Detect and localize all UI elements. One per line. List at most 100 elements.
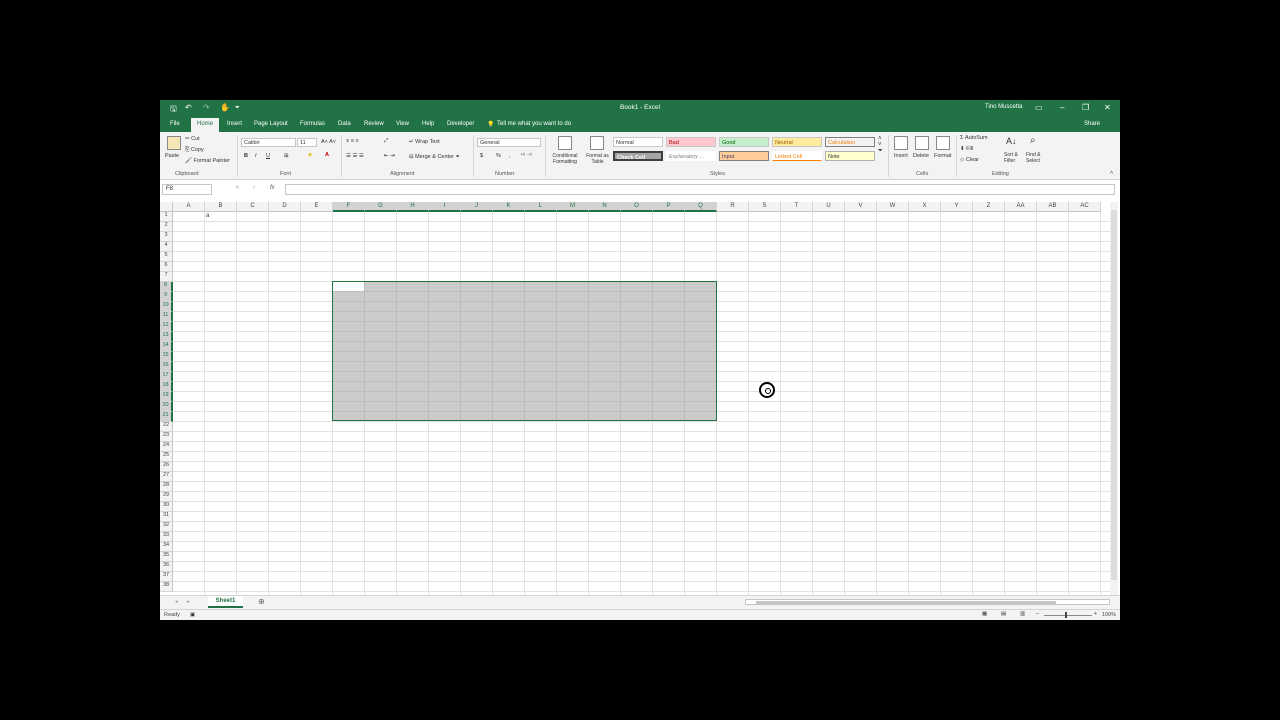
style-input[interactable]: Input [719, 151, 769, 161]
styles-scroll-icon[interactable]: ˄ ˅ ⏷ [878, 136, 883, 155]
tab-page-layout[interactable]: Page Layout [254, 121, 288, 127]
column-header-AA[interactable]: AA [1005, 202, 1037, 212]
row-header-32[interactable]: 32 [160, 522, 173, 532]
tab-developer[interactable]: Developer [447, 121, 474, 127]
autosum-button[interactable]: Σ AutoSum [960, 135, 988, 141]
conditional-formatting-button[interactable]: Conditional Formatting [548, 153, 582, 165]
tab-data[interactable]: Data [338, 121, 351, 127]
column-header-Y[interactable]: Y [941, 202, 973, 212]
column-header-O[interactable]: O [621, 202, 653, 212]
style-check-cell[interactable]: Check Cell [613, 151, 663, 161]
page-break-view-icon[interactable]: ▥ [1020, 611, 1025, 617]
cell-b1[interactable]: a [206, 213, 209, 219]
row-header-11[interactable]: 11 [160, 312, 173, 322]
tab-view[interactable]: View [396, 121, 409, 127]
zoom-out-icon[interactable]: – [1036, 611, 1039, 617]
wrap-text-button[interactable]: ↵ Wrap Text [409, 139, 440, 145]
percent-button[interactable]: % [496, 153, 501, 159]
row-header-3[interactable]: 3 [160, 232, 173, 242]
style-explanatory[interactable]: Explanatory ... [666, 151, 716, 161]
horizontal-scroll-thumb[interactable] [756, 601, 1056, 604]
row-header-8[interactable]: 8 [160, 282, 173, 292]
row-header-34[interactable]: 34 [160, 542, 173, 552]
borders-icon[interactable]: ⊞ [284, 153, 289, 159]
minimize-button[interactable]: – [1060, 103, 1064, 112]
find-icon[interactable]: ⌕ [1030, 135, 1036, 146]
row-header-6[interactable]: 6 [160, 262, 173, 272]
insert-function-button[interactable]: fx [270, 185, 275, 191]
row-header-12[interactable]: 12 [160, 322, 173, 332]
delete-cells-button[interactable]: Delete [913, 153, 929, 159]
zoom-slider-thumb[interactable] [1065, 612, 1067, 618]
column-header-N[interactable]: N [589, 202, 621, 212]
vertical-scrollbar[interactable] [1110, 202, 1118, 595]
column-header-R[interactable]: R [717, 202, 749, 212]
row-header-10[interactable]: 10 [160, 302, 173, 312]
italic-button[interactable]: I [255, 153, 257, 159]
column-header-G[interactable]: G [365, 202, 397, 212]
horizontal-scrollbar[interactable] [745, 599, 1110, 605]
column-header-X[interactable]: X [909, 202, 941, 212]
row-header-27[interactable]: 27 [160, 472, 173, 482]
underline-button[interactable]: U [266, 153, 270, 159]
insert-cells-button[interactable]: Insert [894, 153, 908, 159]
vertical-scroll-thumb[interactable] [1111, 210, 1117, 580]
row-header-15[interactable]: 15 [160, 352, 173, 362]
row-header-22[interactable]: 22 [160, 422, 173, 432]
row-header-16[interactable]: 16 [160, 362, 173, 372]
column-header-I[interactable]: I [429, 202, 461, 212]
font-size-select[interactable]: 11 [297, 138, 317, 147]
row-header-31[interactable]: 31 [160, 512, 173, 522]
row-header-35[interactable]: 35 [160, 552, 173, 562]
normal-view-icon[interactable]: ▦ [982, 611, 987, 617]
macro-record-icon[interactable]: ▣ [190, 612, 195, 618]
style-note[interactable]: Note [825, 151, 875, 161]
row-header-29[interactable]: 29 [160, 492, 173, 502]
column-header-Z[interactable]: Z [973, 202, 1005, 212]
column-header-C[interactable]: C [237, 202, 269, 212]
comma-button[interactable]: , [509, 153, 511, 159]
column-header-T[interactable]: T [781, 202, 813, 212]
fill-color-icon[interactable]: ◈ [308, 152, 312, 158]
column-header-E[interactable]: E [301, 202, 333, 212]
find-select-button[interactable]: Find & Select [1026, 152, 1048, 164]
cut-button[interactable]: ✂ Cut [185, 136, 200, 142]
row-header-24[interactable]: 24 [160, 442, 173, 452]
sheet-nav-prev-icon[interactable]: ◂ [175, 599, 178, 605]
tab-insert[interactable]: Insert [227, 121, 242, 127]
style-linked-cell[interactable]: Linked Cell [772, 151, 822, 161]
format-painter-button[interactable]: 🖌 Format Painter [185, 158, 230, 164]
restore-button[interactable]: ❐ [1082, 103, 1089, 112]
row-header-13[interactable]: 13 [160, 332, 173, 342]
formula-input[interactable] [285, 184, 1115, 195]
column-header-J[interactable]: J [461, 202, 493, 212]
collapse-ribbon-icon[interactable]: ˄ [1110, 170, 1113, 176]
user-name[interactable]: Tino Muscetta [985, 104, 1022, 110]
currency-button[interactable]: $ [480, 153, 483, 159]
conditional-formatting-icon[interactable] [558, 136, 572, 150]
row-header-38[interactable]: 38 [160, 582, 173, 592]
orientation-icon[interactable]: ⤢ [384, 138, 388, 145]
row-header-4[interactable]: 4 [160, 242, 173, 252]
bold-button[interactable]: B [244, 153, 248, 159]
indent-icon[interactable]: ⇤ ⇥ [384, 153, 395, 159]
close-button[interactable]: ✕ [1104, 103, 1111, 112]
active-cell[interactable] [333, 282, 364, 291]
row-header-5[interactable]: 5 [160, 252, 173, 262]
column-header-S[interactable]: S [749, 202, 781, 212]
row-header-25[interactable]: 25 [160, 452, 173, 462]
cancel-icon[interactable]: ✕ [235, 185, 240, 191]
row-header-23[interactable]: 23 [160, 432, 173, 442]
style-normal[interactable]: Normal [613, 137, 663, 147]
share-button[interactable]: Share [1084, 121, 1100, 127]
row-header-20[interactable]: 20 [160, 402, 173, 412]
ribbon-display-icon[interactable]: ▭ [1035, 103, 1043, 112]
row-header-18[interactable]: 18 [160, 382, 173, 392]
tell-me-search[interactable]: Tell me what you want to do [497, 121, 571, 127]
row-header-33[interactable]: 33 [160, 532, 173, 542]
column-header-Q[interactable]: Q [685, 202, 717, 212]
decimal-icon[interactable]: ⁺⁰ ⁻⁰ [520, 153, 532, 159]
tab-help[interactable]: Help [422, 121, 434, 127]
delete-cells-icon[interactable] [915, 136, 929, 150]
row-header-26[interactable]: 26 [160, 462, 173, 472]
